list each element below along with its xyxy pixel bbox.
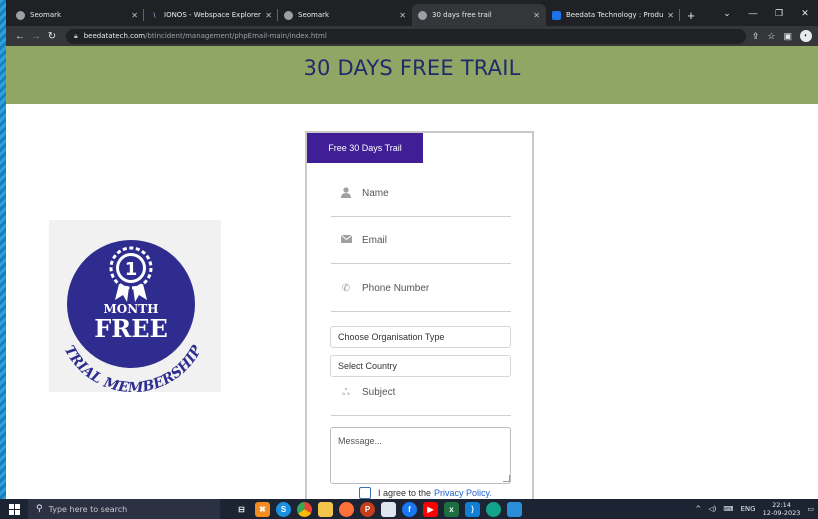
powerpoint-icon[interactable]: P (360, 501, 375, 517)
xampp-icon[interactable]: ✖ (255, 501, 270, 517)
language-indicator[interactable]: ENG (741, 505, 756, 513)
message-textarea[interactable] (330, 427, 511, 484)
toolbar-icons: ⇪ ☆ ▣ ◐ (752, 30, 812, 42)
clock[interactable]: 22:14 12-09-2023 (763, 501, 801, 517)
clock-date: 12-09-2023 (762, 509, 801, 517)
taskbar: ⚲ Type here to search ⊟ ✖ S P f ▶ x ⟩ ^ … (0, 499, 818, 519)
new-tab-button[interactable]: + (680, 4, 702, 26)
clock-time: 22:14 (772, 501, 791, 509)
tab-title: Beedata Technology : Products (566, 11, 664, 19)
trial-form: Free 30 Days Trail ✆ Choose Organisation… (305, 131, 534, 499)
tab-title: Seomark (30, 11, 62, 19)
taskbar-search[interactable]: ⚲ Type here to search (28, 499, 220, 519)
agree-checkbox[interactable] (359, 487, 371, 499)
name-field[interactable] (331, 171, 511, 217)
firefox-icon[interactable] (339, 501, 354, 517)
system-tray: ^ ◁) ⌨ ENG 22:14 12-09-2023 ▭ (695, 499, 814, 519)
hero-banner: 30 DAYS FREE TRAIL (6, 46, 818, 104)
facebook-icon[interactable]: f (402, 501, 417, 517)
url-field[interactable]: 🔒︎ beedatatech.com /btincident/managemen… (66, 28, 746, 44)
trial-badge-image: 1 MONTH FREE TRIAL MEMBERSHIP (49, 220, 221, 392)
subject-icon: ஃ (342, 386, 350, 398)
phone-field[interactable]: ✆ (331, 266, 511, 312)
youtube-icon[interactable]: ▶ (423, 501, 438, 517)
phone-input[interactable] (362, 283, 492, 294)
url-host: beedatatech.com (83, 32, 146, 40)
tab-beedata-products[interactable]: Beedata Technology : Products ✕ (546, 4, 680, 26)
privacy-policy-link[interactable]: Privacy Policy. (434, 488, 492, 498)
back-icon[interactable]: ← (12, 31, 28, 42)
close-icon[interactable]: ✕ (533, 11, 540, 20)
skype-icon[interactable]: S (276, 501, 291, 517)
page-content: 30 DAYS FREE TRAIL 1 MONTH FREE TRIAL ME… (6, 46, 818, 499)
avatar[interactable]: ◐ (800, 30, 812, 42)
tab-ionos[interactable]: \ IONOS - Webspace Explorer ✕ (144, 4, 278, 26)
reload-icon[interactable]: ↻ (44, 31, 60, 42)
restore-icon[interactable]: ❐ (766, 8, 792, 19)
name-input[interactable] (362, 188, 492, 199)
tab-strip: Seomark ✕ \ IONOS - Webspace Explorer ✕ … (6, 0, 818, 26)
notepad-icon[interactable] (381, 501, 396, 517)
browser-window: Seomark ✕ \ IONOS - Webspace Explorer ✕ … (6, 0, 818, 499)
lock-icon: 🔒︎ (74, 31, 78, 40)
close-window-icon[interactable]: ✕ (792, 8, 818, 19)
minimize-icon[interactable]: — (740, 8, 766, 18)
forward-icon[interactable]: → (28, 31, 44, 42)
agree-label: I agree to the (378, 488, 432, 498)
windows-start-icon[interactable] (0, 503, 28, 515)
notification-icon[interactable]: ▭ (807, 505, 814, 513)
close-icon[interactable]: ✕ (265, 11, 272, 20)
sidepanel-icon[interactable]: ▣ (783, 31, 792, 42)
beedata-icon (552, 10, 561, 20)
privacy-agreement: I agree to the Privacy Policy. (359, 487, 492, 499)
envelope-icon (339, 234, 353, 246)
resize-handle-icon[interactable] (503, 475, 510, 482)
chevron-up-icon[interactable]: ^ (695, 505, 701, 513)
photos-icon[interactable] (507, 501, 522, 517)
email-field[interactable] (331, 218, 511, 264)
close-icon[interactable]: ✕ (667, 11, 674, 20)
vscode-icon[interactable]: ⟩ (465, 501, 480, 517)
tab-seomark-1[interactable]: Seomark ✕ (10, 4, 144, 26)
subject-field[interactable]: ஃ (331, 370, 511, 416)
chrome-icon[interactable] (297, 501, 312, 517)
edge-icon[interactable] (486, 501, 501, 517)
window-controls: ⌄ — ❐ ✕ (714, 0, 818, 26)
file-explorer-icon[interactable] (318, 501, 333, 517)
user-icon (339, 186, 353, 201)
tab-30-days-free-trail[interactable]: 30 days free trail ✕ (412, 4, 546, 26)
globe-icon (418, 10, 427, 20)
badge-number: 1 (125, 259, 138, 280)
close-icon[interactable]: ✕ (131, 11, 138, 20)
globe-icon (284, 10, 293, 20)
organisation-type-select[interactable]: Choose Organisation Type (330, 326, 511, 348)
badge-line2: FREE (94, 314, 168, 343)
tab-separator (679, 9, 680, 21)
tab-title: 30 days free trail (432, 11, 492, 19)
subject-input[interactable] (362, 387, 492, 398)
ionos-icon: \ (153, 11, 156, 19)
search-icon: ⚲ (36, 504, 43, 514)
star-icon[interactable]: ☆ (767, 31, 775, 42)
excel-icon[interactable]: x (444, 501, 459, 517)
phone-icon: ✆ (341, 283, 351, 294)
page-title: 30 DAYS FREE TRAIL (303, 56, 521, 80)
volume-icon[interactable]: ◁) (708, 505, 716, 513)
tab-title: IONOS - Webspace Explorer (164, 11, 261, 19)
form-tab-free-trail[interactable]: Free 30 Days Trail (307, 133, 423, 163)
tab-title: Seomark (298, 11, 330, 19)
address-bar: ← → ↻ 🔒︎ beedatatech.com /btincident/man… (6, 26, 818, 46)
share-icon[interactable]: ⇪ (752, 31, 760, 42)
close-icon[interactable]: ✕ (399, 11, 406, 20)
tab-seomark-2[interactable]: Seomark ✕ (278, 4, 412, 26)
email-input[interactable] (362, 235, 492, 246)
keyboard-icon[interactable]: ⌨ (723, 505, 733, 513)
trial-badge-graphic: 1 MONTH FREE TRIAL MEMBERSHIP (61, 240, 205, 392)
tab-search-icon[interactable]: ⌄ (714, 8, 740, 19)
taskbar-apps: ⊟ ✖ S P f ▶ x ⟩ (234, 501, 522, 517)
globe-icon (16, 10, 25, 20)
task-view-icon[interactable]: ⊟ (234, 502, 249, 517)
url-path: /btincident/management/phpEmail-main/ind… (145, 32, 327, 40)
taskbar-search-placeholder: Type here to search (48, 504, 128, 514)
